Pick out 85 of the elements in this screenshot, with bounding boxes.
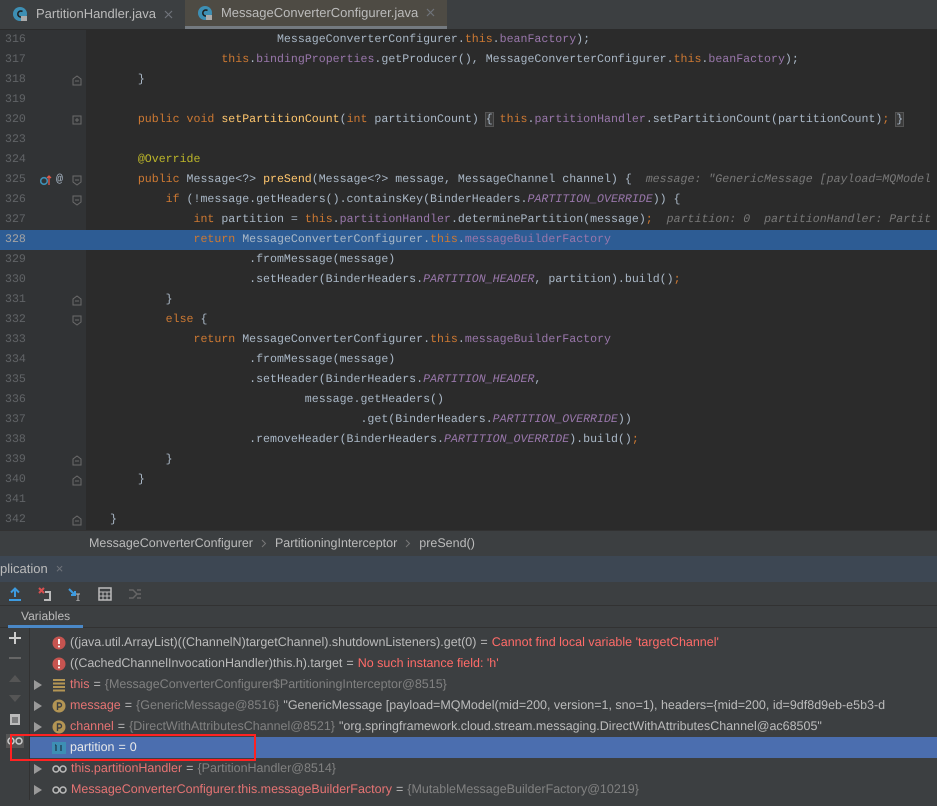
- close-icon: [426, 8, 436, 17]
- code-line: }: [136, 72, 145, 88]
- copy-icon[interactable]: [8, 712, 20, 726]
- equals-sign: =: [396, 781, 404, 798]
- object-reference: {MutableMessageBuilderFactory@10219}: [407, 781, 639, 798]
- code-line: }: [136, 472, 145, 488]
- code-line: public void setPartitionCount(int partitionCount) { this.partitionHandler.setPartitionCount(partitionCount); }: [136, 112, 904, 128]
- fold-marker-icon[interactable]: [72, 475, 82, 486]
- code-line: .setHeader(BinderHeaders.PARTITION_HEADER, partition).build();: [248, 272, 681, 288]
- code-line: .removeHeader(BinderHeaders.PARTITION_OVERRIDE).build();: [248, 432, 639, 448]
- object-reference: {DirectWithAttributesChannel@8521}: [129, 718, 335, 735]
- variable-name[interactable]: MessageConverterConfigurer.this.messageBuilderFactory: [71, 779, 392, 800]
- variable-name[interactable]: this.partitionHandler: [71, 758, 182, 779]
- chevron-icon: [405, 539, 412, 548]
- code-line: .get(BinderHeaders.PARTITION_OVERRIDE)): [359, 412, 632, 428]
- variable-name[interactable]: ((java.util.ArrayList)((ChannelN)targetChannel).shutdownListeners).get(0): [70, 632, 476, 653]
- code-line: message.getHeaders(): [304, 392, 444, 408]
- fold-marker-icon[interactable]: [72, 75, 82, 86]
- breadcrumb[interactable]: MessageConverterConfigurer: [89, 534, 253, 553]
- override-marker-icon[interactable]: [40, 174, 52, 186]
- code-line: else {: [164, 312, 208, 328]
- variable-name[interactable]: message: [70, 695, 121, 716]
- equals-sign: =: [480, 634, 488, 651]
- breadcrumb[interactable]: PartitioningInterceptor: [274, 534, 398, 553]
- code-line: if (!message.getHeaders().containsKey(BinderHeaders.PARTITION_OVERRIDE)) {: [164, 192, 681, 208]
- fold-marker-icon[interactable]: [72, 455, 82, 466]
- code-line: this.bindingProperties.getProducer(), MessageConverterConfigurer.this.beanFactory);: [220, 52, 799, 68]
- fold-marker-icon[interactable]: [72, 315, 82, 326]
- file-tab[interactable]: MessageConverterConfigurer.java: [184, 0, 448, 29]
- variable-value: "org.springframework.cloud.stream.messaging.DirectWithAttributesChannel@ac68505": [338, 718, 822, 735]
- run-to-cursor-icon[interactable]: [68, 586, 82, 600]
- code-line: @Override: [136, 152, 200, 168]
- variable-name[interactable]: this: [70, 674, 90, 695]
- code-line: return MessageConverterConfigurer.this.messageBuilderFactory: [192, 232, 611, 248]
- step-out-icon[interactable]: [8, 586, 22, 600]
- error-message: Cannot find local variable 'targetChannel': [492, 634, 719, 651]
- expand-arrow-icon[interactable]: [34, 680, 42, 690]
- equals-sign: =: [118, 739, 126, 756]
- expand-arrow-icon[interactable]: [34, 722, 42, 732]
- fold-marker-icon[interactable]: [72, 115, 82, 126]
- variable-name[interactable]: partition: [70, 737, 114, 758]
- variable-name[interactable]: channel: [70, 716, 114, 737]
- trace-icon[interactable]: [128, 586, 142, 600]
- variable-value: "GenericMessage [payload=MQModel(mid=200, version=1, sno=1), headers={mid=200, id=9df8d9eb-e5b3-d: [283, 697, 886, 714]
- chevron-icon: [260, 539, 267, 548]
- expand-arrow-icon[interactable]: [34, 784, 42, 795]
- code-line: public Message<?> preSend(Message<?> message, MessageChannel channel) { message: "GenericMessage [payload=MQModel: [136, 172, 931, 188]
- code-line: .fromMessage(message): [248, 352, 396, 368]
- debug-session-tab[interactable]: plication ×: [0, 559, 64, 579]
- close-icon: [164, 10, 173, 18]
- equals-sign: =: [346, 655, 354, 672]
- panel-tab[interactable]: Variables: [8, 606, 84, 628]
- code-line: }: [109, 512, 117, 528]
- line-number: 328: [4, 232, 27, 248]
- code-line: MessageConverterConfigurer.this.beanFactory);: [276, 32, 590, 48]
- breadcrumb[interactable]: preSend(): [419, 534, 475, 553]
- expand-arrow-icon[interactable]: [34, 764, 42, 774]
- fold-marker-icon[interactable]: [72, 295, 82, 306]
- code-line: }: [164, 452, 173, 468]
- object-reference: {PartitionHandler@8514}: [197, 760, 336, 777]
- drop-frame-icon[interactable]: [38, 586, 52, 600]
- equals-sign: =: [93, 676, 101, 693]
- add-icon[interactable]: [8, 632, 20, 644]
- equals-sign: =: [118, 718, 126, 735]
- variable-name[interactable]: ((CachedChannelInvocationHandler)this.h).target: [70, 653, 342, 674]
- equals-sign: =: [186, 760, 194, 777]
- file-tab[interactable]: PartitionHandler.java: [0, 0, 185, 29]
- fold-marker-icon[interactable]: [72, 195, 82, 206]
- object-reference: {GenericMessage@8516}: [136, 697, 280, 714]
- code-line: }: [164, 292, 173, 308]
- fold-marker-icon[interactable]: [72, 175, 82, 186]
- equals-sign: =: [124, 697, 132, 714]
- code-line: .fromMessage(message): [248, 252, 396, 268]
- variable-value: 0: [130, 739, 137, 756]
- object-reference: {MessageConverterConfigurer$PartitioningInterceptor@8515}: [104, 676, 447, 693]
- calculator-icon[interactable]: [98, 586, 112, 600]
- annotation-marker[interactable]: @: [56, 170, 63, 190]
- fold-marker-icon[interactable]: [72, 515, 82, 526]
- code-line: return MessageConverterConfigurer.this.messageBuilderFactory: [192, 332, 611, 348]
- expand-arrow-icon[interactable]: [34, 700, 42, 711]
- error-message: No such instance field: 'h': [358, 655, 499, 672]
- code-line: int partition = this.partitionHandler.determinePartition(message); partition: 0 partitionHandler: Partit: [192, 212, 932, 228]
- class-file-icon: [12, 6, 28, 22]
- class-file-icon: [196, 4, 213, 20]
- code-line: .setHeader(BinderHeaders.PARTITION_HEADER,: [248, 372, 542, 388]
